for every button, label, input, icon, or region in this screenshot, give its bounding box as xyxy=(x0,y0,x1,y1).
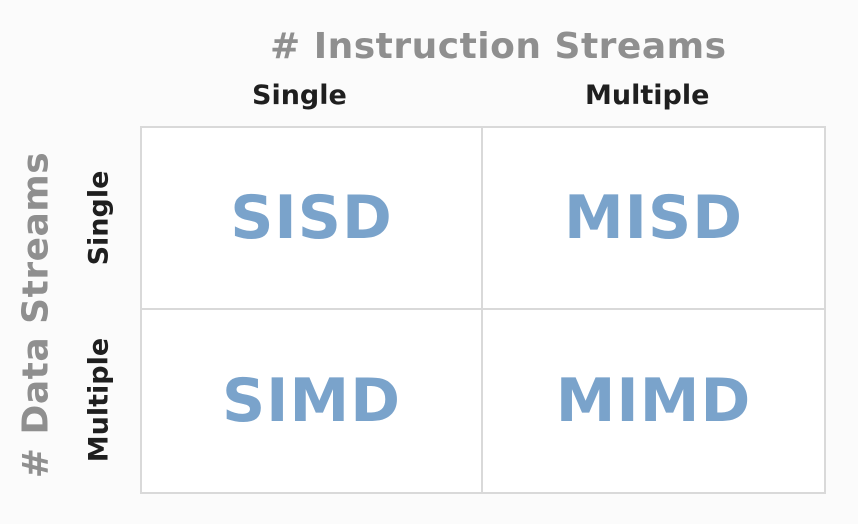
flynn-taxonomy-diagram: # Instruction Streams Single Multiple # … xyxy=(0,0,858,524)
taxonomy-grid: SISD MISD SIMD MIMD xyxy=(140,126,826,494)
column-label-single: Single xyxy=(252,80,347,111)
cell-sisd: SISD xyxy=(142,128,483,310)
cell-misd: MISD xyxy=(483,128,824,310)
instruction-streams-title: # Instruction Streams xyxy=(270,26,727,67)
cell-simd: SIMD xyxy=(142,310,483,492)
column-label-multiple: Multiple xyxy=(585,80,710,111)
row-label-multiple: Multiple xyxy=(83,337,115,463)
cell-mimd: MIMD xyxy=(555,366,752,436)
data-streams-title: # Data Streams xyxy=(15,151,57,479)
row-label-single: Single xyxy=(83,170,115,266)
